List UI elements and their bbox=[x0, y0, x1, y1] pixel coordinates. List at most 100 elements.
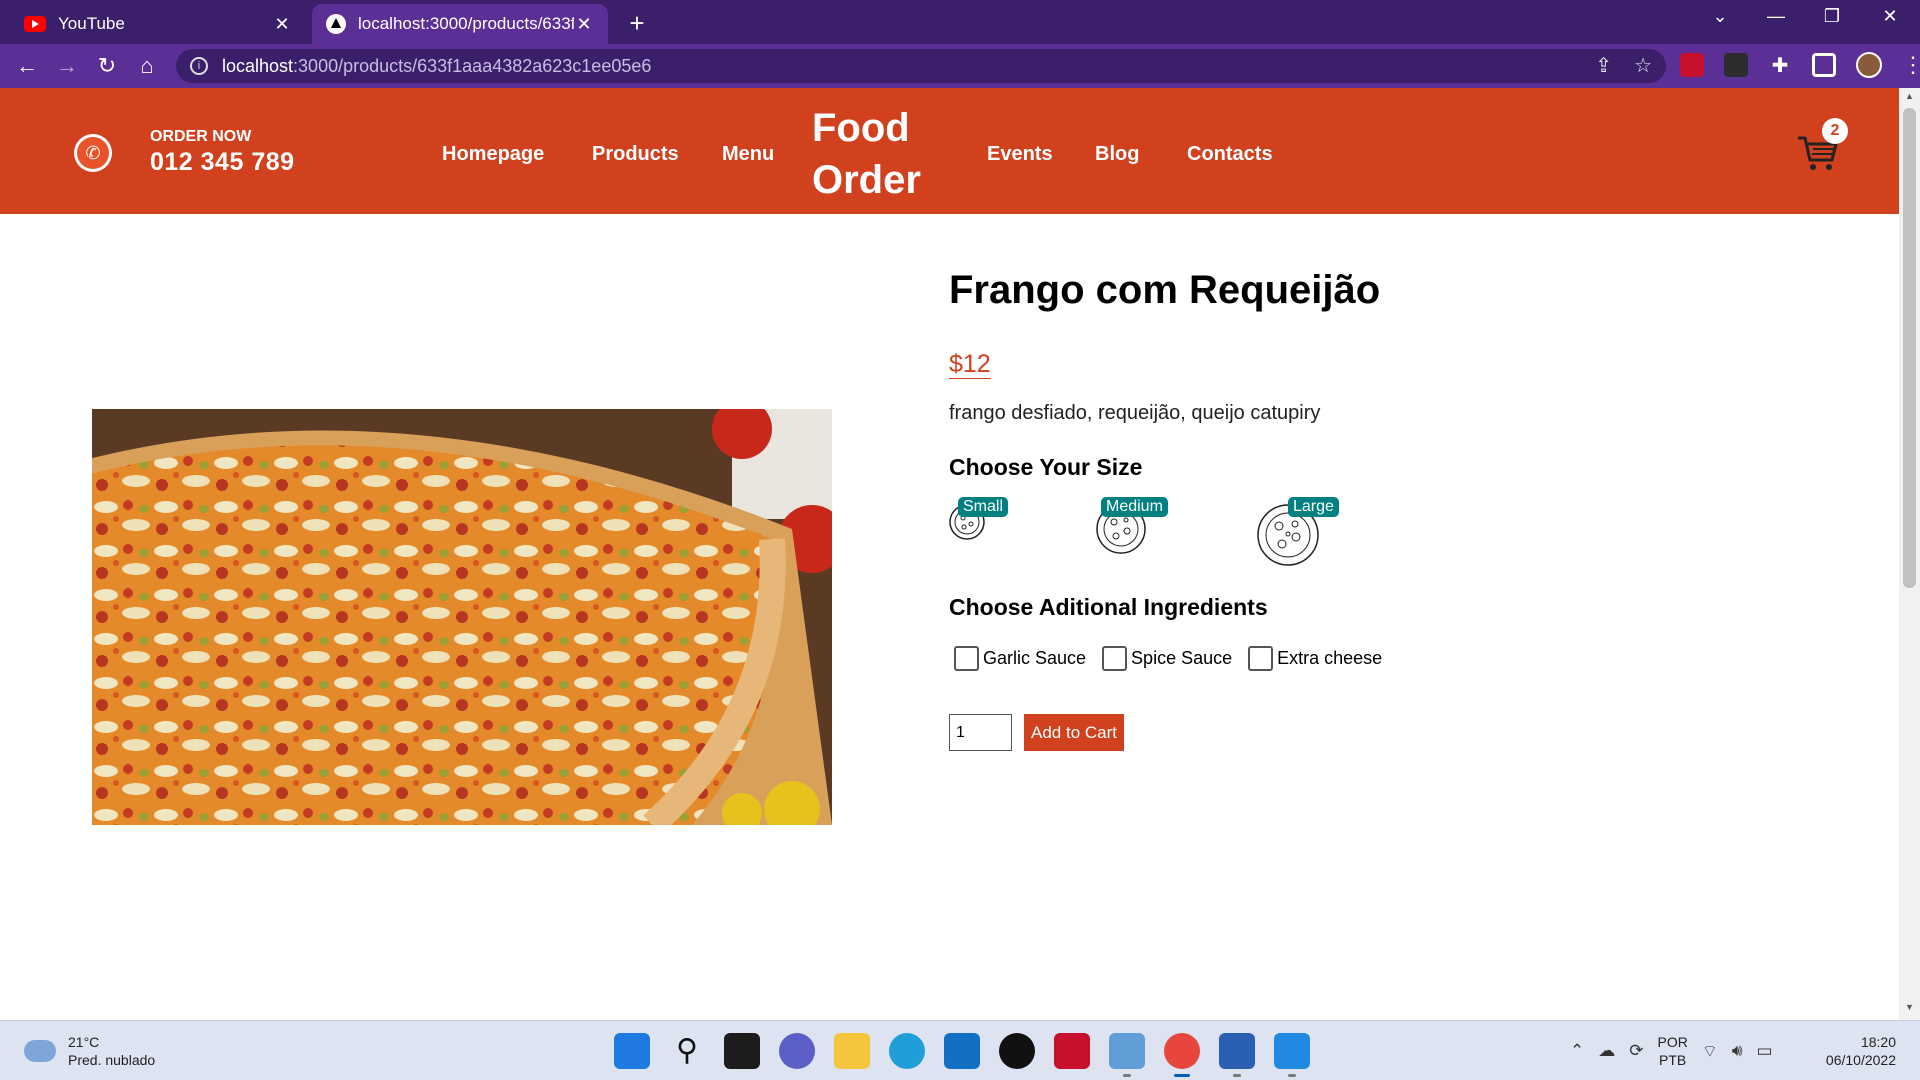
checkbox[interactable] bbox=[954, 646, 979, 671]
language-indicator[interactable]: POR PTB bbox=[1658, 1033, 1688, 1069]
clock-date: 06/10/2022 bbox=[1825, 1052, 1896, 1068]
chat-icon[interactable] bbox=[779, 1033, 815, 1069]
keyboard-layout: PTB bbox=[1659, 1052, 1687, 1068]
restore-icon[interactable]: ❐ bbox=[1812, 6, 1852, 27]
url-path: :3000/products/633f1aaa4382a623c1ee05e6 bbox=[293, 55, 652, 76]
order-now-label: ORDER NOW bbox=[150, 128, 252, 145]
quantity-input[interactable] bbox=[949, 714, 1012, 751]
photos-app-icon[interactable] bbox=[1109, 1033, 1145, 1077]
tab-title: YouTube bbox=[58, 14, 125, 33]
minimize-icon[interactable]: — bbox=[1756, 6, 1796, 27]
onedrive-icon[interactable]: ☁ bbox=[1598, 1041, 1615, 1061]
wifi-icon[interactable]: ⌔ bbox=[1702, 1041, 1718, 1062]
profile-avatar[interactable] bbox=[1856, 52, 1882, 78]
size-option-small[interactable]: Small bbox=[949, 496, 1019, 546]
nav-menu[interactable]: Menu bbox=[722, 143, 774, 166]
brand-logo[interactable]: Food Order bbox=[812, 102, 921, 206]
puzzle-extensions-icon[interactable]: ✚ bbox=[1768, 53, 1792, 77]
scroll-thumb[interactable] bbox=[1903, 108, 1916, 588]
mcafee-icon[interactable] bbox=[1054, 1033, 1090, 1069]
task-view-icon[interactable] bbox=[724, 1033, 760, 1069]
site-info-icon[interactable]: i bbox=[190, 57, 208, 75]
checkbox[interactable] bbox=[1248, 646, 1274, 671]
search-icon[interactable]: ⚲ bbox=[669, 1033, 705, 1069]
mcafee-extension-icon[interactable] bbox=[1680, 53, 1704, 77]
ingredient-spice-sauce[interactable]: Spice Sauce bbox=[1102, 646, 1232, 671]
tab-product-page[interactable]: localhost:3000/products/633f1aa ✕ bbox=[312, 4, 608, 44]
url-host: localhost bbox=[222, 55, 294, 76]
taskbar: 21°C Pred. nublado ⚲ ⌃ ☁ ⟳ POR PTB ⌔ 🔊︎ … bbox=[0, 1020, 1920, 1080]
ingredient-label: Spice Sauce bbox=[1131, 648, 1233, 668]
file-explorer-icon[interactable] bbox=[834, 1033, 870, 1069]
clock-time: 18:20 bbox=[1860, 1034, 1896, 1050]
language-code: POR bbox=[1657, 1034, 1688, 1050]
ingredient-garlic-sauce[interactable]: Garlic Sauce bbox=[954, 646, 1086, 671]
youtube-icon bbox=[24, 16, 46, 32]
battery-icon[interactable]: ▭ bbox=[1757, 1041, 1773, 1061]
vscode-icon[interactable] bbox=[1274, 1033, 1310, 1077]
tab-youtube[interactable]: YouTube ✕ bbox=[10, 4, 306, 44]
bookmark-star-icon[interactable]: ☆ bbox=[1634, 53, 1652, 78]
nav-blog[interactable]: Blog bbox=[1095, 143, 1139, 166]
close-tab-icon[interactable]: ✕ bbox=[574, 14, 594, 35]
scroll-up-icon[interactable]: ▲ bbox=[1903, 91, 1916, 105]
scroll-down-icon[interactable]: ▼ bbox=[1903, 1002, 1916, 1016]
brand-line-2: Order bbox=[812, 158, 921, 202]
close-tab-icon[interactable]: ✕ bbox=[272, 14, 292, 35]
brand-line-1: Food bbox=[812, 106, 910, 150]
sync-icon[interactable]: ⟳ bbox=[1629, 1041, 1643, 1061]
edge-browser-icon[interactable] bbox=[889, 1033, 925, 1069]
nav-products[interactable]: Products bbox=[592, 143, 679, 166]
size-heading: Choose Your Size bbox=[949, 454, 1143, 480]
ingredient-label: Garlic Sauce bbox=[983, 648, 1087, 668]
phone-button[interactable]: ✆ bbox=[74, 134, 112, 172]
extensions-area: ✚ ⋮ bbox=[1680, 52, 1920, 78]
back-icon[interactable]: ← bbox=[12, 52, 42, 80]
taskbar-clock[interactable]: 18:20 06/10/2022 bbox=[1826, 1033, 1896, 1069]
size-badge-medium: Medium bbox=[1101, 497, 1168, 517]
cloud-icon bbox=[24, 1040, 56, 1062]
address-bar[interactable]: i localhost:3000/products/633f1aaa4382a6… bbox=[176, 49, 1666, 83]
side-panel-icon[interactable] bbox=[1812, 53, 1836, 77]
size-option-medium[interactable]: Medium bbox=[1096, 496, 1176, 554]
product-description: frango desfiado, requeijão, queijo catup… bbox=[949, 402, 1321, 424]
order-phone-number: 012 345 789 bbox=[150, 148, 295, 176]
product-image bbox=[92, 409, 832, 825]
product-title: Frango com Requeijão bbox=[949, 268, 1381, 312]
checkbox[interactable] bbox=[1102, 646, 1128, 671]
home-icon[interactable]: ⌂ bbox=[132, 52, 162, 80]
add-to-cart-button[interactable]: Add to Cart bbox=[1024, 714, 1124, 751]
page-scrollbar[interactable]: ▲ ▼ bbox=[1899, 88, 1920, 1020]
browser-tab-bar: YouTube ✕ localhost:3000/products/633f1a… bbox=[0, 0, 1920, 44]
ingredient-extra-cheese[interactable]: Extra cheese bbox=[1248, 646, 1382, 671]
size-option-large[interactable]: Large bbox=[1257, 496, 1347, 566]
reload-icon[interactable]: ↻ bbox=[92, 52, 122, 80]
weather-temperature: 21°C bbox=[68, 1034, 100, 1050]
product-price: $12 bbox=[949, 350, 991, 379]
forward-icon[interactable]: → bbox=[52, 52, 82, 80]
new-tab-button[interactable]: + bbox=[622, 8, 652, 39]
system-tray: ⌃ ☁ ⟳ POR PTB ⌔ 🔊︎ ▭ bbox=[1570, 1033, 1773, 1069]
tab-search-icon[interactable]: ⌄ bbox=[1700, 6, 1740, 27]
chevron-up-icon[interactable]: ⌃ bbox=[1570, 1041, 1584, 1061]
volume-icon[interactable]: 🔊︎ bbox=[1732, 1041, 1743, 1061]
nav-events[interactable]: Events bbox=[987, 143, 1053, 166]
nav-contacts[interactable]: Contacts bbox=[1187, 143, 1273, 166]
tab-title: localhost:3000/products/633f1aa bbox=[358, 14, 574, 33]
share-icon[interactable]: ⇪ bbox=[1595, 53, 1612, 78]
phone-icon: ✆ bbox=[77, 137, 109, 169]
ingredient-label: Extra cheese bbox=[1277, 648, 1383, 668]
close-window-icon[interactable]: ✕ bbox=[1870, 6, 1910, 27]
powershell-icon[interactable] bbox=[1219, 1033, 1255, 1077]
more-menu-icon[interactable]: ⋮ bbox=[1902, 52, 1920, 78]
weather-condition: Pred. nublado bbox=[68, 1052, 156, 1068]
nextjs-icon bbox=[326, 14, 346, 34]
weather-widget[interactable]: 21°C Pred. nublado bbox=[24, 1033, 155, 1069]
chrome-icon[interactable] bbox=[1164, 1033, 1200, 1077]
size-badge-large: Large bbox=[1288, 497, 1339, 517]
microsoft-store-icon[interactable] bbox=[944, 1033, 980, 1069]
start-menu-icon[interactable] bbox=[614, 1033, 650, 1069]
extension-icon[interactable] bbox=[1724, 53, 1748, 77]
nav-homepage[interactable]: Homepage bbox=[442, 143, 544, 166]
dell-icon[interactable] bbox=[999, 1033, 1035, 1069]
